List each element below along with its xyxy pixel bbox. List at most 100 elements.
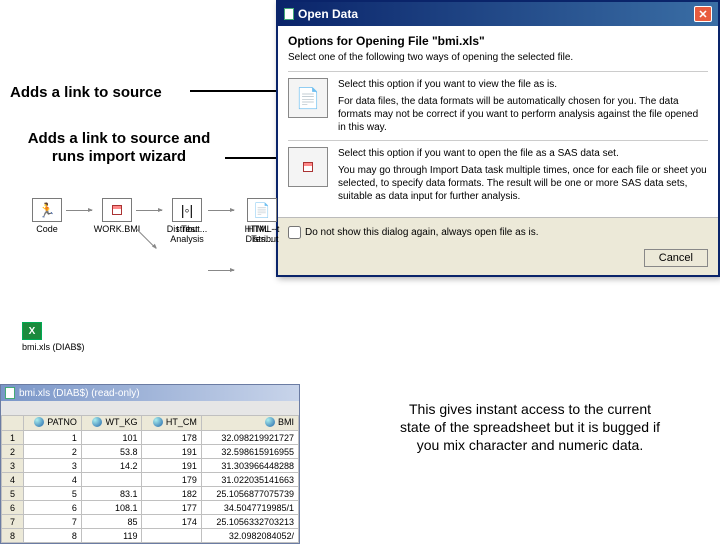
dataset-icon: [102, 198, 132, 222]
table-row[interactable]: 8811932.0982084052/: [2, 529, 299, 543]
annotation-link-source: Adds a link to source: [10, 84, 162, 101]
row-header: 8: [2, 529, 24, 543]
row-header: 5: [2, 487, 24, 501]
spreadsheet-title: bmi.xls (DIAB$) (read-only): [19, 388, 140, 399]
spreadsheet-titlebar[interactable]: bmi.xls (DIAB$) (read-only): [1, 385, 299, 401]
col-bmi[interactable]: BMI: [201, 416, 298, 431]
dialog-heading: Options for Opening File "bmi.xls": [288, 34, 708, 48]
row-header: 3: [2, 459, 24, 473]
code-icon: 🏃: [32, 198, 62, 222]
cell[interactable]: 182: [142, 487, 201, 501]
caption-text: This gives instant access to the current…: [400, 400, 660, 455]
cell[interactable]: 177: [142, 501, 201, 515]
globe-icon: [92, 417, 102, 427]
cell[interactable]: 83.1: [81, 487, 142, 501]
cell[interactable]: 32.0982084052/: [201, 529, 298, 543]
cell[interactable]: 1: [24, 431, 82, 445]
flow-node-html-ttest[interactable]: 📄 HTML - t Tes...: [237, 198, 287, 244]
table-header-row: PATNO WT_KG HT_CM BMI: [2, 416, 299, 431]
cell[interactable]: 3: [24, 459, 82, 473]
row-header: 7: [2, 515, 24, 529]
corner-cell: [2, 416, 24, 431]
cell[interactable]: 5: [24, 487, 82, 501]
dialog-titlebar[interactable]: Open Data ✕: [278, 2, 718, 26]
row-header: 1: [2, 431, 24, 445]
cell[interactable]: 2: [24, 445, 82, 459]
table-row[interactable]: 44 17931.022035141663: [2, 473, 299, 487]
flow-node-code[interactable]: 🏃 Code: [22, 198, 72, 234]
process-flow-diagram: 🏃 Code WORK.BMI 📊 Distribut... Analysis …: [22, 198, 292, 318]
flow-connector: [136, 228, 157, 249]
cell[interactable]: 31.303966448288: [201, 459, 298, 473]
option1-line1: Select this option if you want to view t…: [338, 78, 708, 91]
close-button[interactable]: ✕: [694, 6, 712, 22]
cell[interactable]: 14.2: [81, 459, 142, 473]
cell[interactable]: 108.1: [81, 501, 142, 515]
cell[interactable]: 101: [81, 431, 142, 445]
flow-connector: [208, 210, 234, 211]
checkbox-label: Do not show this dialog again, always op…: [305, 227, 538, 238]
flow-node-ttest[interactable]: |◦| t Test: [162, 198, 212, 234]
dialog-title: Open Data: [298, 7, 358, 21]
table-row[interactable]: 1110117832.098219921727: [2, 431, 299, 445]
cell[interactable]: 174: [142, 515, 201, 529]
col-wtkg[interactable]: WT_KG: [81, 416, 142, 431]
ttest-icon: |◦|: [172, 198, 202, 222]
option1-line2: For data files, the data formats will be…: [338, 95, 708, 134]
flow-label: WORK.BMI: [92, 224, 142, 234]
cell[interactable]: 4: [24, 473, 82, 487]
cell[interactable]: 34.5047719985/1: [201, 501, 298, 515]
flow-label: t Test: [162, 224, 212, 234]
html-icon: 📄: [247, 198, 277, 222]
cell[interactable]: 7: [24, 515, 82, 529]
dialog-subtext: Select one of the following two ways of …: [288, 52, 708, 63]
cell[interactable]: 6: [24, 501, 82, 515]
cell[interactable]: 32.098219921727: [201, 431, 298, 445]
sas-dataset-icon: [288, 147, 328, 187]
cell[interactable]: 85: [81, 515, 142, 529]
option-view-as-is[interactable]: 📄 Select this option if you want to view…: [288, 71, 708, 140]
cell[interactable]: 191: [142, 445, 201, 459]
flow-label: HTML - t Tes...: [237, 224, 287, 244]
cell[interactable]: 25.1056332703213: [201, 515, 298, 529]
option-import-sas[interactable]: Select this option if you want to open t…: [288, 140, 708, 209]
spreadsheet-toolbar: [1, 401, 299, 415]
cancel-button[interactable]: Cancel: [644, 249, 708, 267]
cell[interactable]: [142, 529, 201, 543]
window-icon: [5, 387, 15, 399]
table-row[interactable]: 778517425.1056332703213: [2, 515, 299, 529]
row-header: 2: [2, 445, 24, 459]
col-htcm[interactable]: HT_CM: [142, 416, 201, 431]
dialog-icon: [284, 8, 294, 20]
cell[interactable]: 191: [142, 459, 201, 473]
cell[interactable]: 32.598615916955: [201, 445, 298, 459]
table-row[interactable]: 3314.219131.303966448288: [2, 459, 299, 473]
xls-label: bmi.xls (DIAB$): [22, 342, 85, 352]
cell[interactable]: 8: [24, 529, 82, 543]
table-row[interactable]: 2253.819132.598615916955: [2, 445, 299, 459]
cell[interactable]: 25.1056877075739: [201, 487, 298, 501]
col-patno[interactable]: PATNO: [24, 416, 82, 431]
table-row[interactable]: 5583.118225.1056877075739: [2, 487, 299, 501]
cell[interactable]: 119: [81, 529, 142, 543]
data-grid[interactable]: PATNO WT_KG HT_CM BMI 1110117832.0982199…: [1, 415, 299, 543]
row-header: 4: [2, 473, 24, 487]
cell[interactable]: [81, 473, 142, 487]
flow-label: Code: [22, 224, 72, 234]
excel-icon: X: [22, 322, 42, 340]
xls-file-reference[interactable]: X bmi.xls (DIAB$): [22, 322, 85, 352]
flow-connector: [208, 270, 234, 271]
annotation-link-source-import: Adds a link to source and runs import wi…: [14, 130, 224, 166]
globe-icon: [34, 417, 44, 427]
cell[interactable]: 178: [142, 431, 201, 445]
open-data-dialog: Open Data ✕ Options for Opening File "bm…: [276, 0, 720, 277]
row-header: 6: [2, 501, 24, 515]
cell[interactable]: 179: [142, 473, 201, 487]
option2-line1: Select this option if you want to open t…: [338, 147, 708, 160]
table-row[interactable]: 66108.117734.5047719985/1: [2, 501, 299, 515]
option2-line2: You may go through Import Data task mult…: [338, 164, 708, 203]
globe-icon: [153, 417, 163, 427]
document-icon: 📄: [288, 78, 328, 118]
cell[interactable]: 31.022035141663: [201, 473, 298, 487]
cell[interactable]: 53.8: [81, 445, 142, 459]
